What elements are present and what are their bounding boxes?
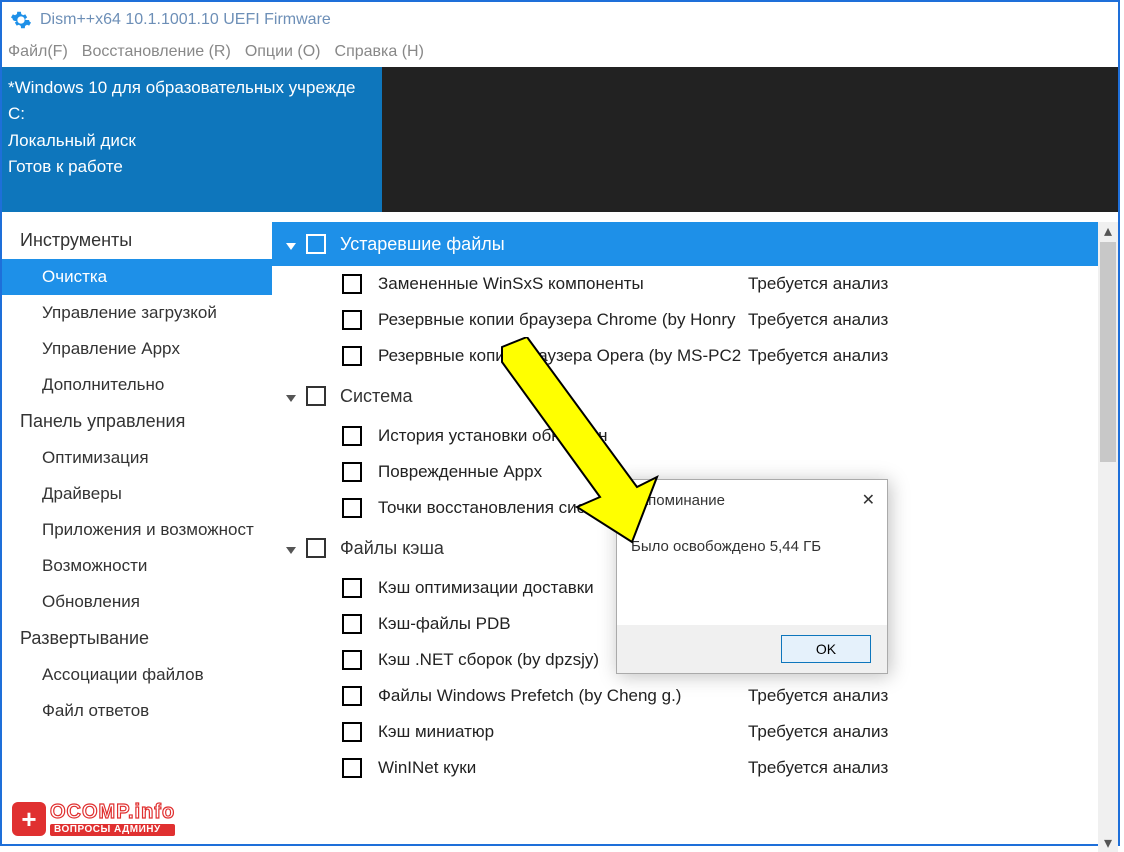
sidebar-item-additional[interactable]: Дополнительно	[2, 367, 272, 403]
gear-icon	[10, 9, 32, 31]
group-row[interactable]: Устаревшие файлы	[272, 222, 1110, 266]
item-label: Резервные копии браузера Opera (by MS-PC…	[378, 346, 748, 366]
item-checkbox[interactable]	[342, 578, 362, 598]
item-checkbox[interactable]	[342, 274, 362, 294]
item-status: Требуется анализ	[748, 310, 888, 330]
info-line-4: Готов к работе	[8, 154, 376, 180]
item-status: Требуется анализ	[748, 274, 888, 294]
item-label: Кэш миниатюр	[378, 722, 748, 742]
window-title: Dism++x64 10.1.1001.10 UEFI Firmware	[40, 11, 331, 29]
dialog-titlebar: Напоминание ✕	[617, 480, 887, 520]
expander-icon[interactable]	[286, 237, 300, 251]
item-checkbox[interactable]	[342, 462, 362, 482]
scroll-down-button[interactable]: ▾	[1098, 834, 1118, 852]
item-checkbox[interactable]	[342, 650, 362, 670]
item-checkbox[interactable]	[342, 498, 362, 518]
sidebar-heading-deploy[interactable]: Развертывание	[2, 620, 272, 657]
group-checkbox[interactable]	[306, 234, 326, 254]
group-label: Файлы кэша	[340, 538, 444, 559]
sidebar-item-drivers[interactable]: Драйверы	[2, 476, 272, 512]
titlebar: Dism++x64 10.1.1001.10 UEFI Firmware	[2, 2, 1118, 37]
watermark-badge: + OCOMP.info ВОПРОСЫ АДМИНУ	[12, 802, 175, 836]
group-checkbox[interactable]	[306, 386, 326, 406]
info-band-right	[382, 67, 1118, 212]
watermark-sub: ВОПРОСЫ АДМИНУ	[50, 824, 175, 836]
list-item[interactable]: Замененные WinSxS компонентыТребуется ан…	[272, 266, 1110, 302]
scroll-up-button[interactable]: ▴	[1098, 222, 1118, 240]
item-status: Требуется анализ	[748, 722, 888, 742]
watermark-top: OCOMP.info	[50, 802, 175, 822]
scrollbar[interactable]: ▴ ▾	[1098, 222, 1118, 852]
main-area: Инструменты Очистка Управление загрузкой…	[2, 222, 1118, 852]
dialog-footer: OK	[617, 625, 887, 673]
sidebar-item-updates[interactable]: Обновления	[2, 584, 272, 620]
expander-icon[interactable]	[286, 541, 300, 555]
info-band: *Windows 10 для образовательных учрежде …	[2, 67, 1118, 212]
item-checkbox[interactable]	[342, 346, 362, 366]
sidebar-heading-tools[interactable]: Инструменты	[2, 222, 272, 259]
item-checkbox[interactable]	[342, 686, 362, 706]
list-item[interactable]: Резервные копии браузера Opera (by MS-PC…	[272, 338, 1110, 374]
item-checkbox[interactable]	[342, 758, 362, 778]
list-item[interactable]: Кэш миниатюрТребуется анализ	[272, 714, 1110, 750]
info-line-1: *Windows 10 для образовательных учрежде	[8, 75, 376, 101]
list-item[interactable]: WinINet кукиТребуется анализ	[272, 750, 1110, 786]
item-label: Резервные копии браузера Chrome (by Honr…	[378, 310, 748, 330]
item-status: Требуется анализ	[748, 686, 888, 706]
menu-file[interactable]: Файл(F)	[8, 43, 68, 61]
dialog-body: Было освобождено 5,44 ГБ	[617, 520, 887, 573]
info-line-3: Локальный диск	[8, 128, 376, 154]
sidebar-item-features[interactable]: Возможности	[2, 548, 272, 584]
app-window: Dism++x64 10.1.1001.10 UEFI Firmware Фай…	[0, 0, 1120, 846]
sidebar-item-apps[interactable]: Приложения и возможност	[2, 512, 272, 548]
group-checkbox[interactable]	[306, 538, 326, 558]
list-item[interactable]: Резервные копии браузера Chrome (by Honr…	[272, 302, 1110, 338]
group-row[interactable]: Система	[272, 374, 1110, 418]
item-status: Требуется анализ	[748, 758, 888, 778]
reminder-dialog: Напоминание ✕ Было освобождено 5,44 ГБ O…	[616, 479, 888, 674]
info-band-left[interactable]: *Windows 10 для образовательных учрежде …	[2, 67, 382, 212]
sidebar-item-appx[interactable]: Управление Appx	[2, 331, 272, 367]
item-checkbox[interactable]	[342, 426, 362, 446]
item-label: Замененные WinSxS компоненты	[378, 274, 748, 294]
group-label: Устаревшие файлы	[340, 234, 505, 255]
sidebar-item-optimize[interactable]: Оптимизация	[2, 440, 272, 476]
item-label: Файлы Windows Prefetch (by Cheng g.)	[378, 686, 748, 706]
sidebar-heading-panel[interactable]: Панель управления	[2, 403, 272, 440]
item-checkbox[interactable]	[342, 614, 362, 634]
menubar: Файл(F) Восстановление (R) Опции (O) Спр…	[2, 37, 1118, 67]
group-label: Система	[340, 386, 413, 407]
sidebar: Инструменты Очистка Управление загрузкой…	[2, 222, 272, 852]
expander-icon[interactable]	[286, 389, 300, 403]
menu-help[interactable]: Справка (H)	[335, 43, 424, 61]
item-checkbox[interactable]	[342, 722, 362, 742]
sidebar-item-assoc[interactable]: Ассоциации файлов	[2, 657, 272, 693]
item-checkbox[interactable]	[342, 310, 362, 330]
menu-options[interactable]: Опции (O)	[245, 43, 321, 61]
dialog-title-text: Напоминание	[629, 492, 725, 509]
list-item[interactable]: Файлы Windows Prefetch (by Cheng g.)Треб…	[272, 678, 1110, 714]
sidebar-item-cleanup[interactable]: Очистка	[2, 259, 272, 295]
info-line-2: C:	[8, 101, 376, 127]
dialog-close-button[interactable]: ✕	[862, 490, 875, 510]
list-item[interactable]: История установки обновлен	[272, 418, 1110, 454]
item-label: История установки обновлен	[378, 426, 748, 446]
sidebar-item-answer[interactable]: Файл ответов	[2, 693, 272, 729]
item-label: WinINet куки	[378, 758, 748, 778]
scroll-thumb[interactable]	[1100, 242, 1116, 462]
sidebar-item-boot[interactable]: Управление загрузкой	[2, 295, 272, 331]
item-status: Требуется анализ	[748, 346, 888, 366]
watermark-plus-icon: +	[12, 802, 46, 836]
dialog-ok-button[interactable]: OK	[781, 635, 871, 663]
menu-restore[interactable]: Восстановление (R)	[82, 43, 231, 61]
